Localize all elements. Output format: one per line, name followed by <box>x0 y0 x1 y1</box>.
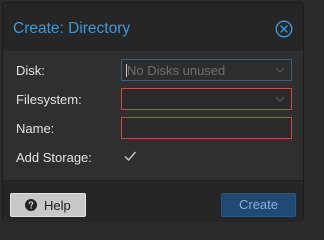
filesystem-label: Filesystem: <box>16 92 82 107</box>
disk-row: Disk: No Disks unused <box>14 59 294 81</box>
add-storage-row: Add Storage: <box>14 146 294 168</box>
add-storage-label: Add Storage: <box>16 150 92 165</box>
chevron-down-icon[interactable] <box>275 95 285 103</box>
disk-label: Disk: <box>16 63 45 78</box>
disk-select-value: No Disks unused <box>127 63 226 78</box>
create-directory-dialog: Create: Directory Disk: No Disks unused … <box>2 2 304 222</box>
help-button[interactable]: Help <box>10 193 86 217</box>
create-button[interactable]: Create <box>221 193 296 217</box>
name-input[interactable] <box>121 117 292 139</box>
question-circle-icon <box>25 199 37 211</box>
add-storage-checkbox[interactable] <box>123 149 137 163</box>
filesystem-row: Filesystem: <box>14 88 294 110</box>
dialog-titlebar: Create: Directory <box>3 3 303 51</box>
filesystem-select[interactable] <box>121 88 292 110</box>
name-label: Name: <box>16 121 55 136</box>
name-row: Name: <box>14 117 294 139</box>
dialog-title: Create: Directory <box>13 20 131 37</box>
dialog-footer: Help Create <box>3 180 303 222</box>
help-button-label: Help <box>44 198 71 213</box>
chevron-down-icon[interactable] <box>275 66 285 74</box>
disk-select[interactable]: No Disks unused <box>121 59 292 81</box>
close-icon[interactable] <box>275 20 293 38</box>
